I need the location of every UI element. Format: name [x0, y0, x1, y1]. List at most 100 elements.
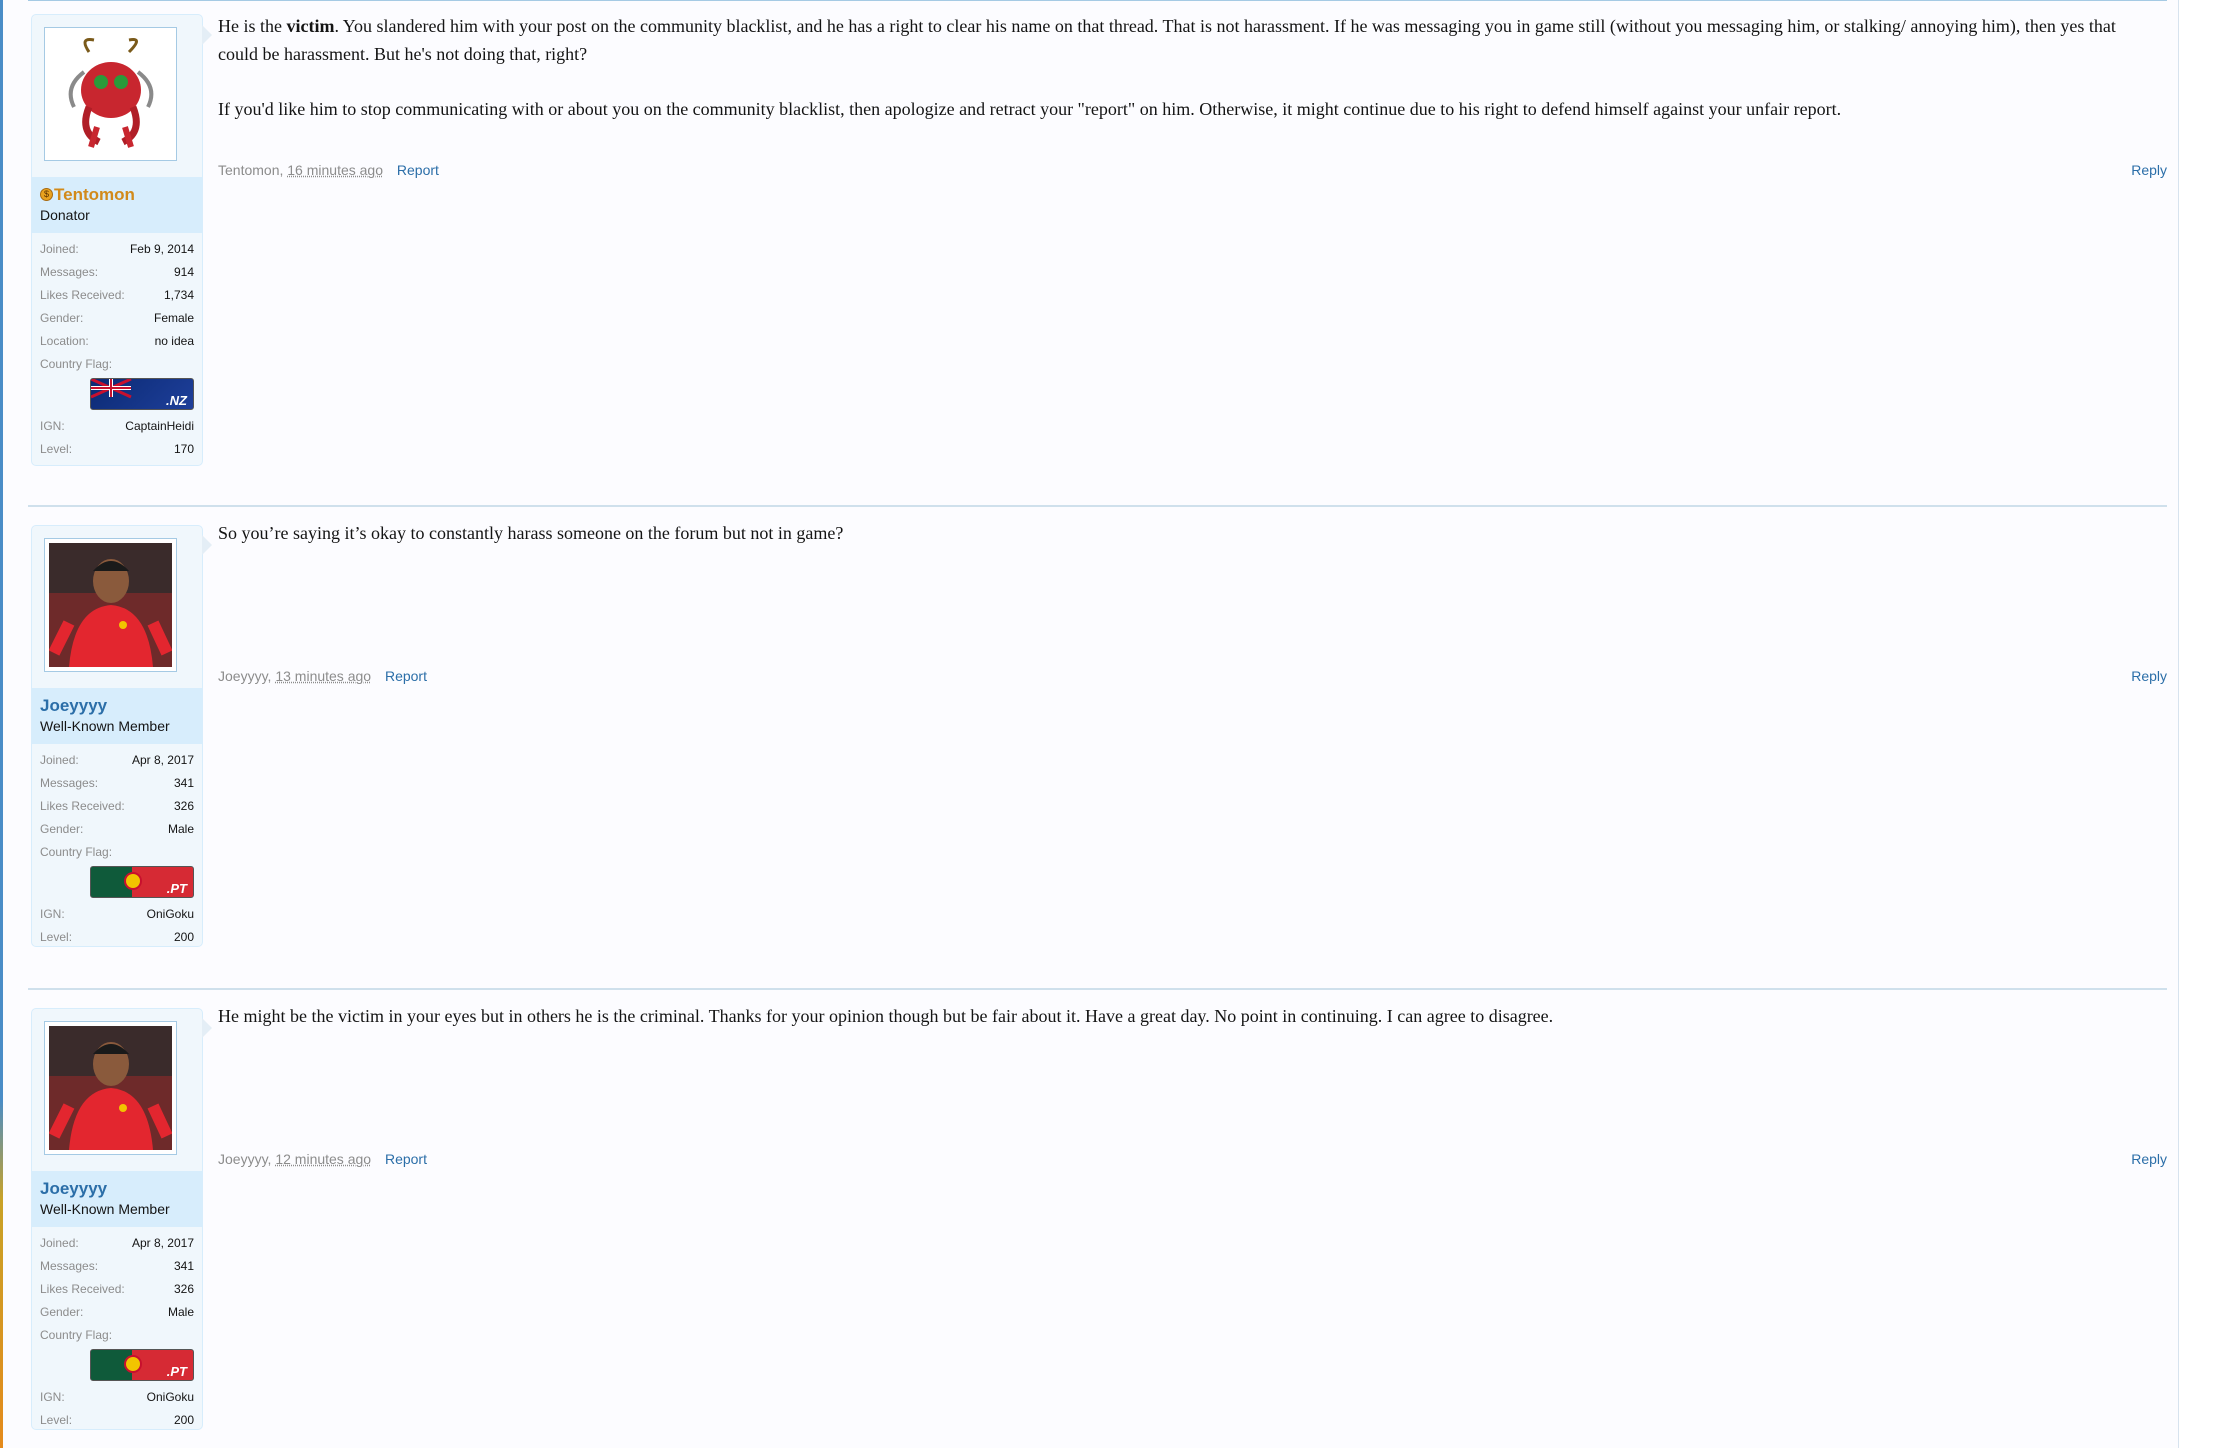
avatar[interactable] [44, 538, 177, 672]
stat-label: Level: [40, 930, 73, 944]
nz-flag-icon: .NZ [90, 378, 194, 410]
stat-label: Likes Received: [40, 799, 125, 813]
text-fragment: . You slandered him with your post on th… [218, 16, 2116, 64]
stat-value: Female [153, 311, 194, 325]
flag-code: .PT [166, 881, 187, 896]
message-user-info: $ Tentomon Donator Joined: Feb 9, 2014 Me… [31, 14, 203, 466]
message-user-info: Joeyyyy Well-Known Member Joined: Apr 8, … [31, 525, 203, 947]
meta-author[interactable]: Tentomon [218, 162, 279, 178]
stat-value: 326 [173, 1282, 194, 1296]
user-extra-info: Joined: Feb 9, 2014 Messages: 914 Likes Re… [40, 238, 194, 461]
stat-value: 200 [173, 930, 194, 944]
message-user-info: Joeyyyy Well-Known Member Joined: Apr 8, … [31, 1008, 203, 1430]
right-gutter [2179, 0, 2220, 1448]
stat-value: Feb 9, 2014 [129, 242, 194, 256]
stat-label: IGN: [40, 907, 65, 921]
stat-label: Location: [40, 334, 89, 348]
stat-label: Level: [40, 442, 73, 456]
donator-badge-icon: $ [40, 188, 53, 201]
message-paragraph: So you’re saying it’s okay to constantly… [218, 523, 844, 543]
stat-value[interactable]: no idea [155, 334, 194, 348]
reply-link[interactable]: Reply [2131, 668, 2167, 684]
stat-label: Messages: [40, 776, 99, 790]
meta-timestamp[interactable]: 16 minutes ago [287, 162, 383, 178]
stat-country-flag: Country Flag: .PT [40, 841, 194, 903]
user-name-block: Joeyyyy Well-Known Member [32, 1171, 202, 1227]
avatar[interactable] [44, 1021, 177, 1155]
stat-gender: Gender: Male [40, 818, 194, 841]
stat-value: Male [167, 1305, 194, 1319]
stat-likes: Likes Received: 1,734 [40, 284, 194, 307]
top-divider [28, 0, 2167, 1]
stat-value[interactable]: 914 [174, 265, 194, 279]
stat-label: Messages: [40, 265, 99, 279]
message-meta: Joeyyyy, 12 minutes ago Report Reply [218, 1151, 2167, 1167]
message-body: He might be the victim in your eyes but … [218, 1002, 2148, 1057]
stat-level: Level: 170 [40, 438, 194, 461]
meta-timestamp[interactable]: 12 minutes ago [275, 1151, 371, 1167]
stat-label: Gender: [40, 822, 84, 836]
stat-label: Joined: [40, 242, 79, 256]
post-divider [28, 988, 2167, 990]
stat-value: CaptainHeidi [125, 419, 194, 433]
stat-label: Gender: [40, 311, 84, 325]
user-name-block: $ Tentomon Donator [32, 177, 202, 233]
stat-label: Messages: [40, 1259, 99, 1273]
stat-label: Joined: [40, 1236, 79, 1250]
stat-label: Likes Received: [40, 288, 125, 302]
stat-ign: IGN: OniGoku [40, 903, 194, 926]
report-link[interactable]: Report [385, 668, 427, 684]
tentomon-avatar-icon [49, 32, 172, 156]
text-fragment: He is the [218, 16, 287, 36]
message-body: So you’re saying it’s okay to constantly… [218, 519, 2148, 574]
message-paragraph: If you'd like him to stop communicating … [218, 99, 1842, 119]
stat-label: Country Flag: [40, 1328, 113, 1342]
user-name-block: Joeyyyy Well-Known Member [32, 688, 202, 744]
username-link[interactable]: Tentomon [54, 185, 135, 205]
username-link[interactable]: Joeyyyy [40, 696, 107, 716]
stat-value: OniGoku [146, 907, 194, 921]
meta-author[interactable]: Joeyyyy [218, 1151, 268, 1167]
stat-joined: Joined: Feb 9, 2014 [40, 238, 194, 261]
stat-label: Country Flag: [40, 845, 113, 859]
flag-code: .NZ [166, 393, 187, 408]
message-meta: Joeyyyy, 13 minutes ago Report Reply [218, 668, 2167, 684]
post-divider [28, 505, 2167, 507]
stat-likes: Likes Received: 326 [40, 795, 194, 818]
reply-link[interactable]: Reply [2131, 1151, 2167, 1167]
stat-joined: Joined: Apr 8, 2017 [40, 1232, 194, 1255]
stat-label: Likes Received: [40, 1282, 125, 1296]
bold-text: victim [286, 16, 335, 36]
report-link[interactable]: Report [397, 162, 439, 178]
stat-messages: Messages: 341 [40, 1255, 194, 1278]
stat-likes: Likes Received: 326 [40, 1278, 194, 1301]
user-title: Well-Known Member [40, 1201, 170, 1217]
stat-location: Location: no idea [40, 330, 194, 353]
pt-flag-icon: .PT [90, 866, 194, 898]
stat-messages: Messages: 341 [40, 772, 194, 795]
reply-link[interactable]: Reply [2131, 162, 2167, 178]
message-body: He is the victim. You slandered him with… [218, 12, 2148, 150]
avatar[interactable] [44, 27, 177, 161]
stat-label: IGN: [40, 1390, 65, 1404]
stat-label: Gender: [40, 1305, 84, 1319]
stat-value: 326 [173, 799, 194, 813]
username-link[interactable]: Joeyyyy [40, 1179, 107, 1199]
message-meta: Tentomon, 16 minutes ago Report Reply [218, 162, 2167, 178]
stat-ign: IGN: OniGoku [40, 1386, 194, 1409]
user-extra-info: Joined: Apr 8, 2017 Messages: 341 Likes Re… [40, 749, 194, 949]
stat-ign: IGN: CaptainHeidi [40, 415, 194, 438]
stat-value: 200 [173, 1413, 194, 1427]
report-link[interactable]: Report [385, 1151, 427, 1167]
stat-value: 1,734 [163, 288, 194, 302]
meta-author[interactable]: Joeyyyy [218, 668, 268, 684]
stat-value[interactable]: 341 [174, 776, 194, 790]
stat-country-flag: Country Flag: .PT [40, 1324, 194, 1386]
message-paragraph: He is the victim. You slandered him with… [218, 12, 2148, 68]
message-arrow [202, 535, 212, 555]
stat-label: Joined: [40, 753, 79, 767]
stat-label: Level: [40, 1413, 73, 1427]
player-avatar-icon [49, 543, 172, 667]
stat-value[interactable]: 341 [174, 1259, 194, 1273]
meta-timestamp[interactable]: 13 minutes ago [275, 668, 371, 684]
